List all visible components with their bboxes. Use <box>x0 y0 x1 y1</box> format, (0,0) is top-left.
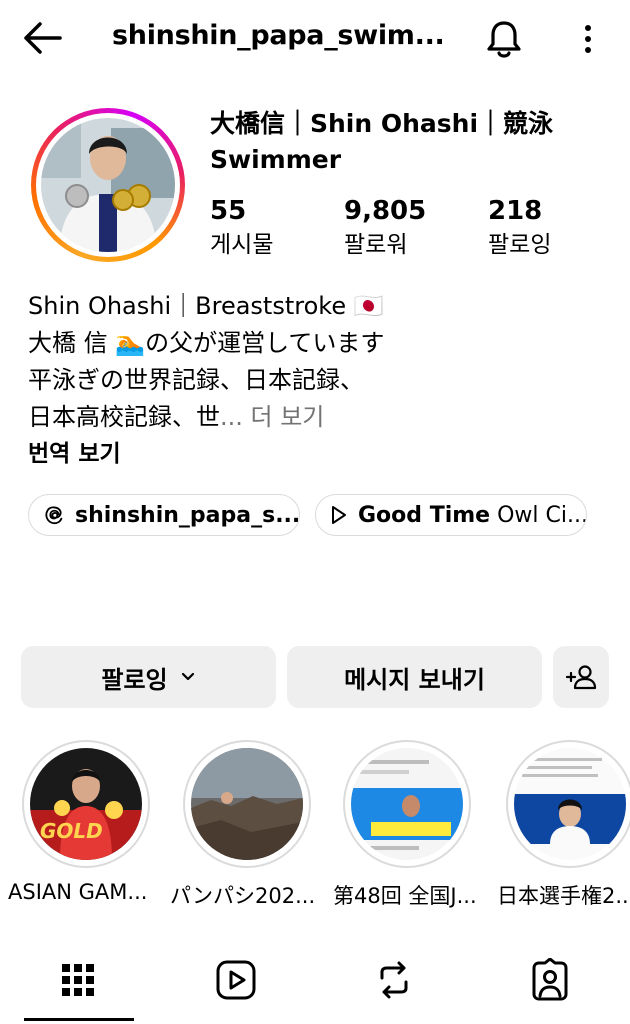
profile-tabs <box>0 940 630 1024</box>
threads-link-chip[interactable]: shinshin_papa_s... <box>28 494 300 536</box>
highlight-label: ASIAN GAM... <box>8 880 148 904</box>
stat-followers-label: 팔로워 <box>344 232 408 258</box>
highlight-item[interactable] <box>182 740 312 868</box>
avatar-image <box>41 118 175 252</box>
highlight-item[interactable] <box>342 740 472 868</box>
bio-more-link[interactable]: ... 더 보기 <box>220 403 324 431</box>
profile-full-name: 大橋信｜Shin Ohashi｜競泳 Swimmer <box>210 106 610 178</box>
tagged-icon[interactable] <box>528 958 572 1002</box>
full-name-line-2: Swimmer <box>210 145 342 174</box>
bio-line-3: 平泳ぎの世界記録、日本記録、 <box>28 366 364 394</box>
add-person-button[interactable] <box>553 646 609 708</box>
highlight-cover: GOLD <box>22 740 150 868</box>
highlight-item[interactable] <box>505 740 630 868</box>
stat-posts-count: 55 <box>210 196 247 226</box>
arrow-left-icon[interactable] <box>20 20 64 56</box>
stat-followers-count: 9,805 <box>344 196 427 226</box>
more-vertical-icon[interactable] <box>576 18 600 60</box>
music-chip-artist: Owl Ci... <box>490 502 587 528</box>
highlight-label: パンパシ202... <box>170 884 316 908</box>
reposts-icon[interactable] <box>372 958 416 1002</box>
highlight-cover <box>343 740 471 868</box>
message-button-label: 메시지 보내기 <box>344 665 485 694</box>
add-person-icon <box>565 665 597 690</box>
stat-following[interactable]: 218 팔로잉 <box>488 194 551 262</box>
threads-icon <box>45 506 63 525</box>
following-button[interactable]: 팔로잉 <box>21 646 276 708</box>
message-button[interactable]: 메시지 보내기 <box>287 646 542 708</box>
profile-avatar[interactable] <box>31 108 185 262</box>
play-icon <box>332 506 346 524</box>
bell-icon[interactable] <box>484 18 524 60</box>
highlight-label: 第48回 全国J... <box>333 884 477 908</box>
chevron-down-icon <box>181 672 194 681</box>
top-bar: shinshin_papa_swim... <box>0 0 630 78</box>
full-name-line-1: 大橋信｜Shin Ohashi｜競泳 <box>210 109 554 138</box>
highlight-cover <box>183 740 311 868</box>
music-chip-title: Good Time <box>358 502 491 528</box>
highlight-label: 日本選手権2... <box>497 884 630 908</box>
threads-chip-label: shinshin_papa_s... <box>75 502 300 528</box>
active-tab-indicator <box>24 1018 134 1021</box>
stat-following-count: 218 <box>488 196 543 226</box>
grid-icon[interactable] <box>56 958 100 1002</box>
stat-posts-label: 게시물 <box>210 232 274 258</box>
following-button-label: 팔로잉 <box>101 665 168 694</box>
profile-username: shinshin_papa_swim... <box>112 20 445 51</box>
reels-icon[interactable] <box>214 958 258 1002</box>
profile-bio: Shin Ohashi｜Breaststroke 🇯🇵 大橋 信 🏊の父が運営し… <box>28 288 608 473</box>
bio-line-2: 大橋 信 🏊の父が運営しています <box>28 329 385 357</box>
stat-followers[interactable]: 9,805 팔로워 <box>344 194 426 262</box>
music-chip[interactable]: Good Time Owl Ci... <box>315 494 587 536</box>
stat-following-label: 팔로잉 <box>488 232 552 258</box>
highlight-thumb-text: GOLD <box>40 819 103 843</box>
stat-posts[interactable]: 55 게시물 <box>210 194 273 262</box>
bio-line-4-text: 日本高校記録、世 <box>28 403 220 431</box>
translate-link[interactable]: 번역 보기 <box>28 436 608 473</box>
bio-line-1: Shin Ohashi｜Breaststroke 🇯🇵 <box>28 292 384 320</box>
bio-line-4: 日本高校記録、世... 더 보기 <box>28 399 608 436</box>
highlight-item[interactable]: GOLD <box>21 740 151 868</box>
highlight-cover <box>506 740 630 868</box>
